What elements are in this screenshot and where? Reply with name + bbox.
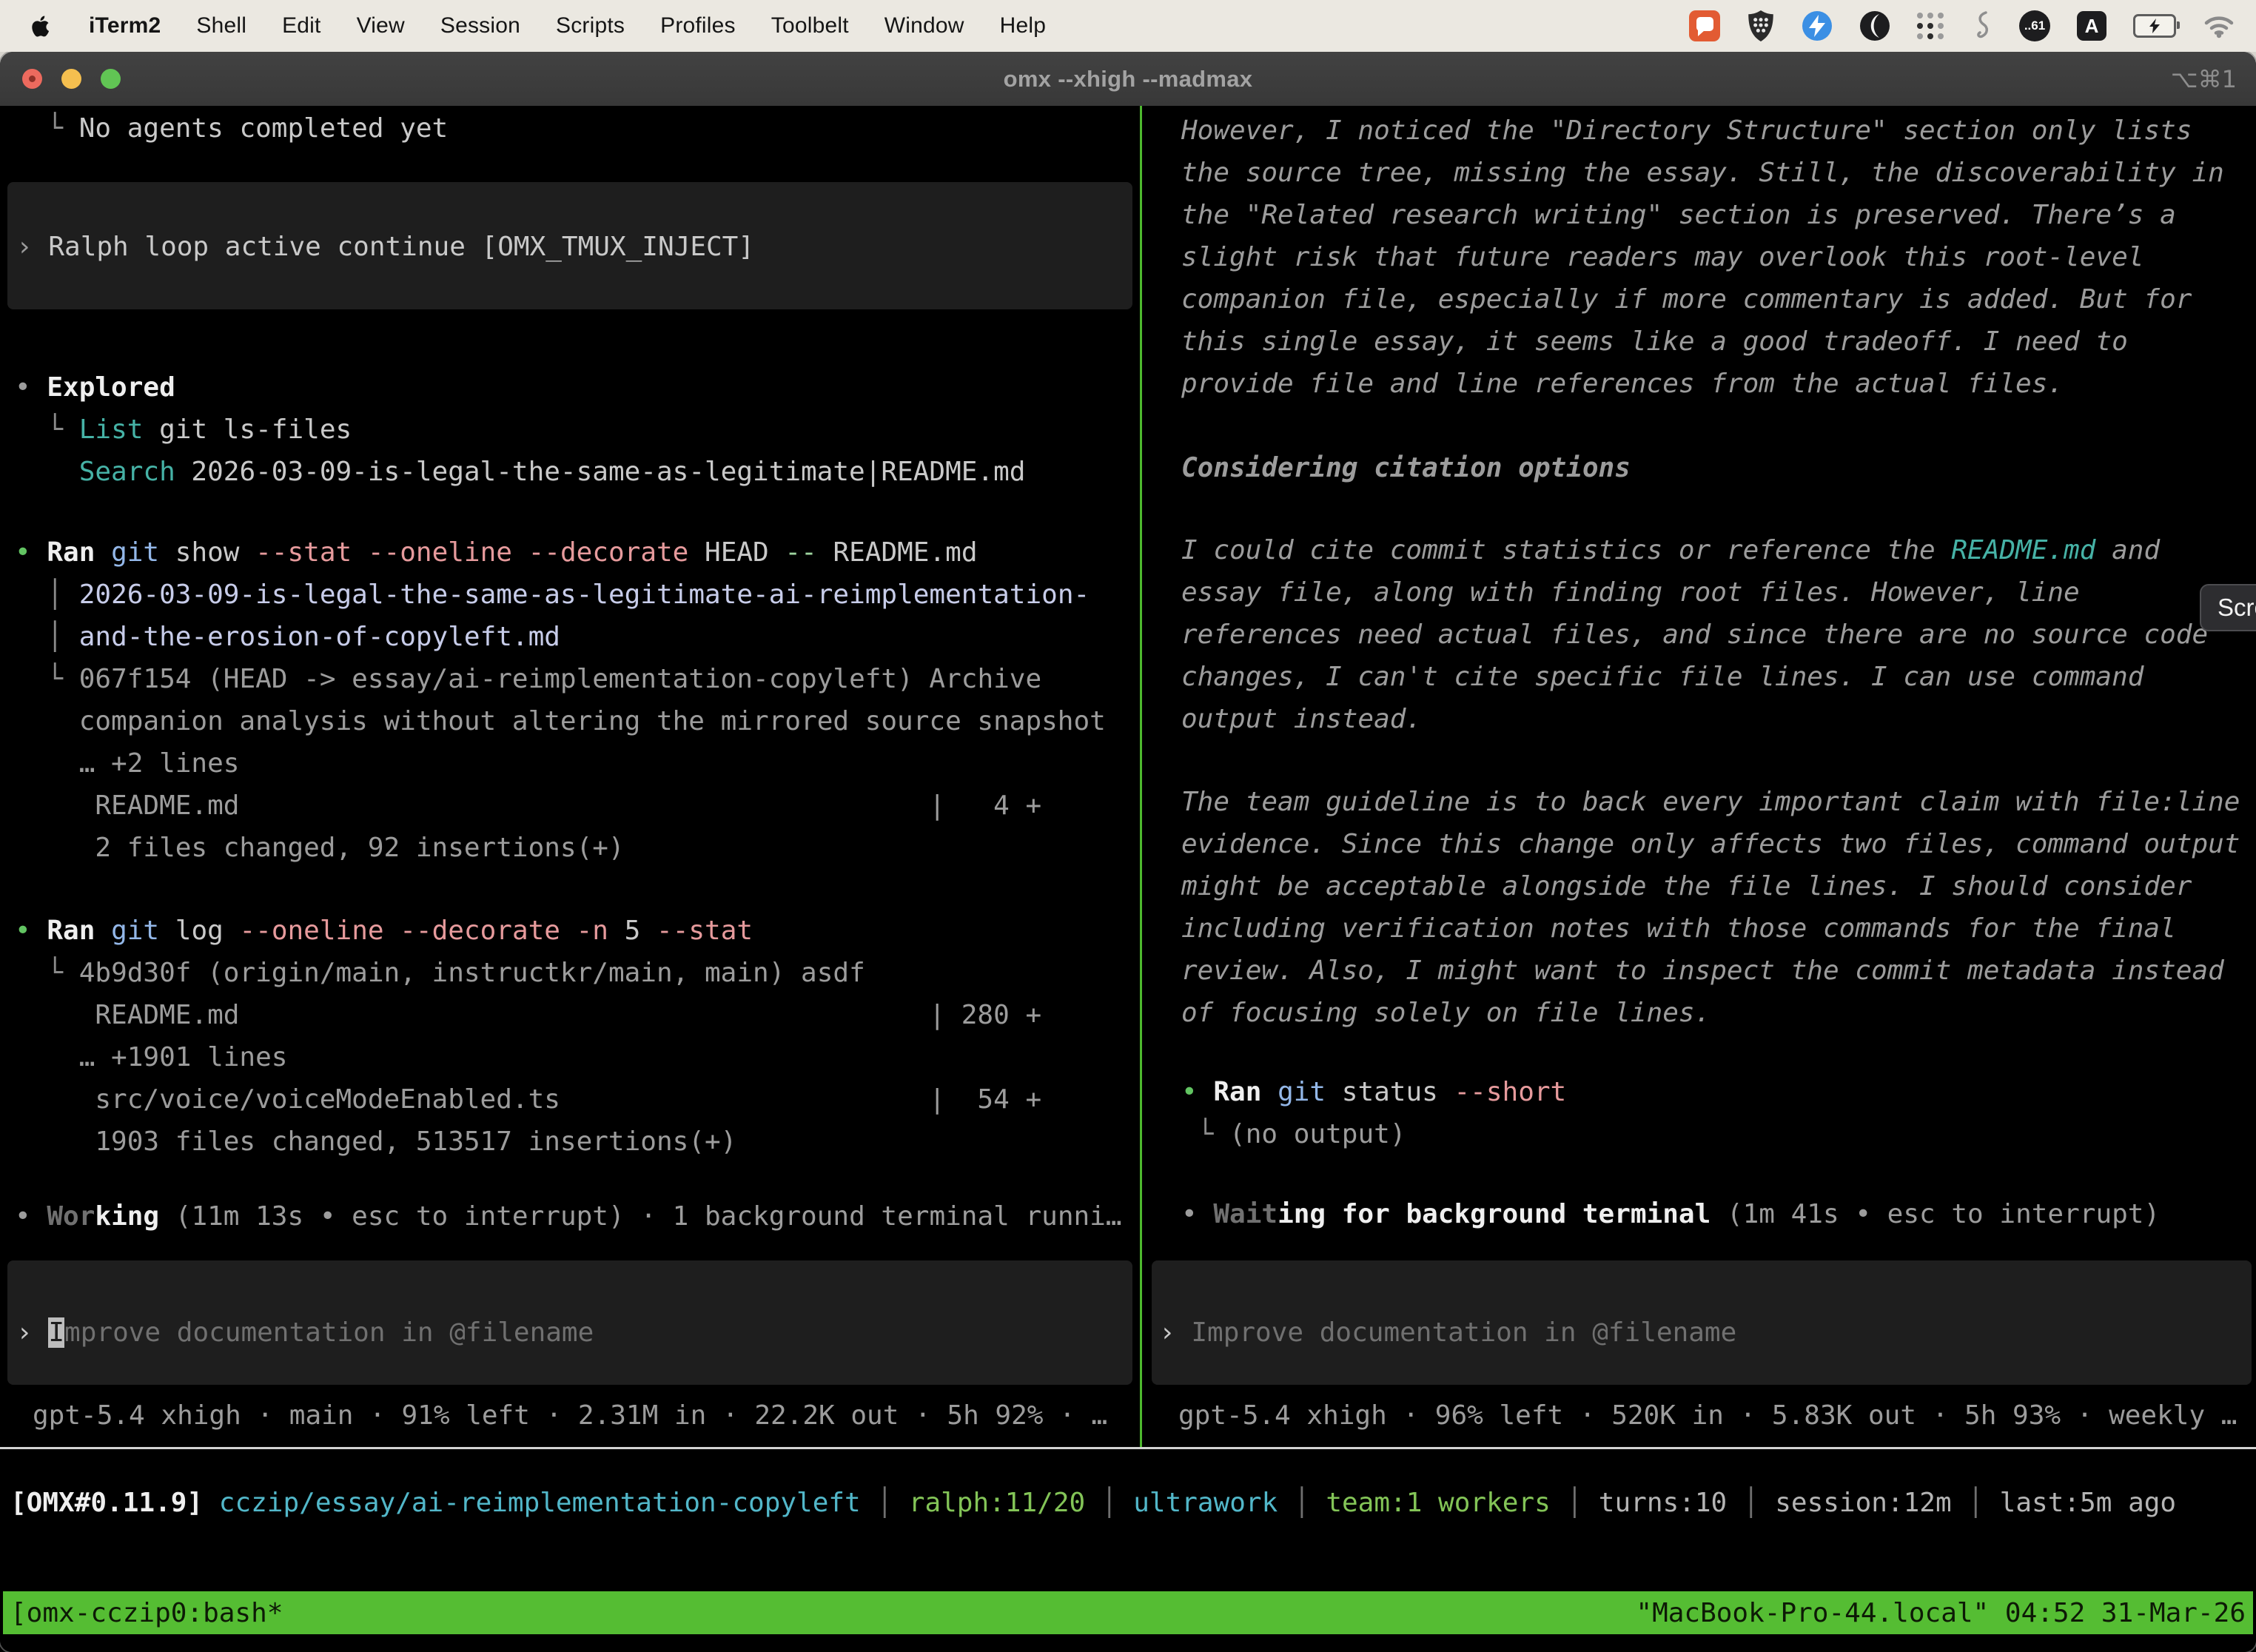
- screen-tooltip: Scre: [2200, 584, 2256, 631]
- terminal-line: • Ran git show --stat --oneline --decora…: [15, 531, 978, 574]
- menu-item-profiles[interactable]: Profiles: [660, 13, 736, 38]
- badge-61-icon[interactable]: ..61: [2019, 10, 2050, 41]
- terminal-line: the "Related research writing" section i…: [1181, 194, 2176, 236]
- terminal-line: • Explored: [15, 366, 175, 409]
- menu-item-app[interactable]: iTerm2: [89, 13, 161, 38]
- wifi-icon[interactable]: [2203, 13, 2235, 38]
- terminal-line: evidence. Since this change only affects…: [1181, 823, 2240, 865]
- tmux-status-bar: [omx-cczip0:bash* "MacBook-Pro-44.local"…: [3, 1591, 2253, 1634]
- left-terminal-pane: └ No agents completed yet› Ralph loop ac…: [0, 106, 2256, 1652]
- menu-item-edit[interactable]: Edit: [282, 13, 321, 38]
- terminal-line: Considering citation options: [1181, 447, 1631, 489]
- terminal-line: └ (no output): [1181, 1113, 1406, 1155]
- terminal-line: I could cite commit statistics or refere…: [1181, 529, 2160, 571]
- terminal-line: Search 2026-03-09-is-legal-the-same-as-l…: [15, 451, 1025, 493]
- terminal-line: README.md | 280 +: [15, 994, 1041, 1036]
- pane-divider[interactable]: [1140, 106, 1142, 1448]
- menu-item-window[interactable]: Window: [884, 13, 964, 38]
- bolt-circle-icon[interactable]: [1802, 10, 1833, 41]
- menu-bar: iTerm2 Shell Edit View Session Scripts P…: [0, 0, 2256, 52]
- dots-grid-icon[interactable]: [1917, 13, 1944, 39]
- terminal-line: references need actual files, and since …: [1181, 614, 2208, 656]
- terminal-line: • Working (11m 13s • esc to interrupt) ·…: [15, 1195, 1122, 1238]
- terminal-line: gpt-5.4 xhigh · main · 91% left · 2.31M …: [33, 1394, 1107, 1437]
- terminal-line: might be acceptable alongside the file l…: [1181, 865, 2192, 907]
- terminal-line: └ 067f154 (HEAD -> essay/ai-reimplementa…: [15, 658, 1041, 700]
- terminal-line: output instead.: [1181, 698, 1422, 740]
- window-shortcut-badge: ⌥⌘1: [2171, 52, 2237, 106]
- right-terminal-pane: However, I noticed the "Directory Struct…: [0, 106, 2256, 1652]
- terminal-line: │ and-the-erosion-of-copyleft.md: [15, 616, 560, 658]
- terminal-line: 1903 files changed, 513517 insertions(+): [15, 1121, 736, 1163]
- chat-app-icon[interactable]: [1689, 10, 1720, 41]
- ralph-loop-message-box: [7, 182, 1132, 309]
- shield-icon[interactable]: [1747, 10, 1775, 42]
- menu-bar-status-icons: ..61 A: [1689, 9, 2235, 43]
- crescent-circle-icon[interactable]: [1859, 10, 1890, 41]
- terminal-line: changes, I can't cite specific file line…: [1181, 656, 2143, 698]
- terminal-line: review. Also, I might want to inspect th…: [1181, 950, 2224, 992]
- terminal-line: … +1901 lines: [15, 1036, 287, 1078]
- iterm2-window: omx --xhigh --madmax ⌥⌘1 └ No agents com…: [0, 52, 2256, 1652]
- terminal-line: The team guideline is to back every impo…: [1181, 781, 2240, 823]
- terminal-line: essay file, along with finding root file…: [1181, 571, 2080, 614]
- window-title-bar[interactable]: omx --xhigh --madmax ⌥⌘1: [0, 52, 2256, 106]
- terminal-line: However, I noticed the "Directory Struct…: [1181, 110, 2192, 152]
- terminal-line: • Waiting for background terminal (1m 41…: [1181, 1193, 2160, 1235]
- terminal-line: • Ran git log --oneline --decorate -n 5 …: [15, 910, 753, 952]
- battery-icon[interactable]: [2133, 14, 2176, 38]
- window-title: omx --xhigh --madmax: [0, 52, 2256, 106]
- menu-item-help[interactable]: Help: [1000, 13, 1047, 38]
- menu-item-toolbelt[interactable]: Toolbelt: [771, 13, 849, 38]
- letter-a-icon[interactable]: A: [2077, 11, 2106, 41]
- terminal-line: companion file, especially if more comme…: [1181, 278, 2192, 320]
- terminal-line: README.md | 4 +: [15, 785, 1041, 827]
- right-pane-prompt-input[interactable]: [1152, 1260, 2252, 1385]
- terminal-line: including verification notes with those …: [1181, 907, 2176, 950]
- menu-item-view[interactable]: View: [357, 13, 405, 38]
- terminal-line: slight risk that future readers may over…: [1181, 236, 2143, 278]
- squiggle-icon[interactable]: [1970, 9, 1993, 43]
- statusline-separator: [0, 1447, 2256, 1449]
- terminal-line: 2 files changed, 92 insertions(+): [15, 827, 625, 869]
- terminal-line: [OMX#0.11.9] cczip/essay/ai-reimplementa…: [10, 1482, 2176, 1524]
- terminal-line: gpt-5.4 xhigh · 96% left · 520K in · 5.8…: [1178, 1394, 2237, 1437]
- terminal-content: └ No agents completed yet› Ralph loop ac…: [0, 106, 2256, 1652]
- terminal-line: │ 2026-03-09-is-legal-the-same-as-legiti…: [15, 574, 1090, 616]
- menu-item-scripts[interactable]: Scripts: [556, 13, 625, 38]
- tmux-host-clock: "MacBook-Pro-44.local" 04:52 31-Mar-26: [1636, 1598, 2246, 1628]
- tmux-session-label: [omx-cczip0:bash*: [10, 1598, 283, 1628]
- terminal-line: • Ran git status --short: [1181, 1071, 1566, 1113]
- terminal-line: └ No agents completed yet: [15, 107, 448, 150]
- menu-item-session[interactable]: Session: [440, 13, 520, 38]
- terminal-line: this single essay, it seems like a good …: [1181, 320, 2128, 363]
- terminal-line: … +2 lines: [15, 742, 239, 785]
- terminal-line: the source tree, missing the essay. Stil…: [1181, 152, 2224, 194]
- terminal-line: of focusing solely on file lines.: [1181, 992, 1711, 1034]
- menu-item-shell[interactable]: Shell: [196, 13, 246, 38]
- terminal-line: companion analysis without altering the …: [15, 700, 1106, 742]
- terminal-line: provide file and line references from th…: [1181, 363, 2064, 405]
- left-pane-prompt-input[interactable]: [7, 1260, 1132, 1385]
- terminal-line: └ 4b9d30f (origin/main, instructkr/main,…: [15, 952, 865, 994]
- terminal-line: └ List git ls-files: [15, 409, 352, 451]
- apple-menu-icon[interactable]: [31, 11, 56, 41]
- terminal-line: src/voice/voiceModeEnabled.ts | 54 +: [15, 1078, 1041, 1121]
- omx-status-line: [OMX#0.11.9] cczip/essay/ai-reimplementa…: [0, 106, 2256, 1652]
